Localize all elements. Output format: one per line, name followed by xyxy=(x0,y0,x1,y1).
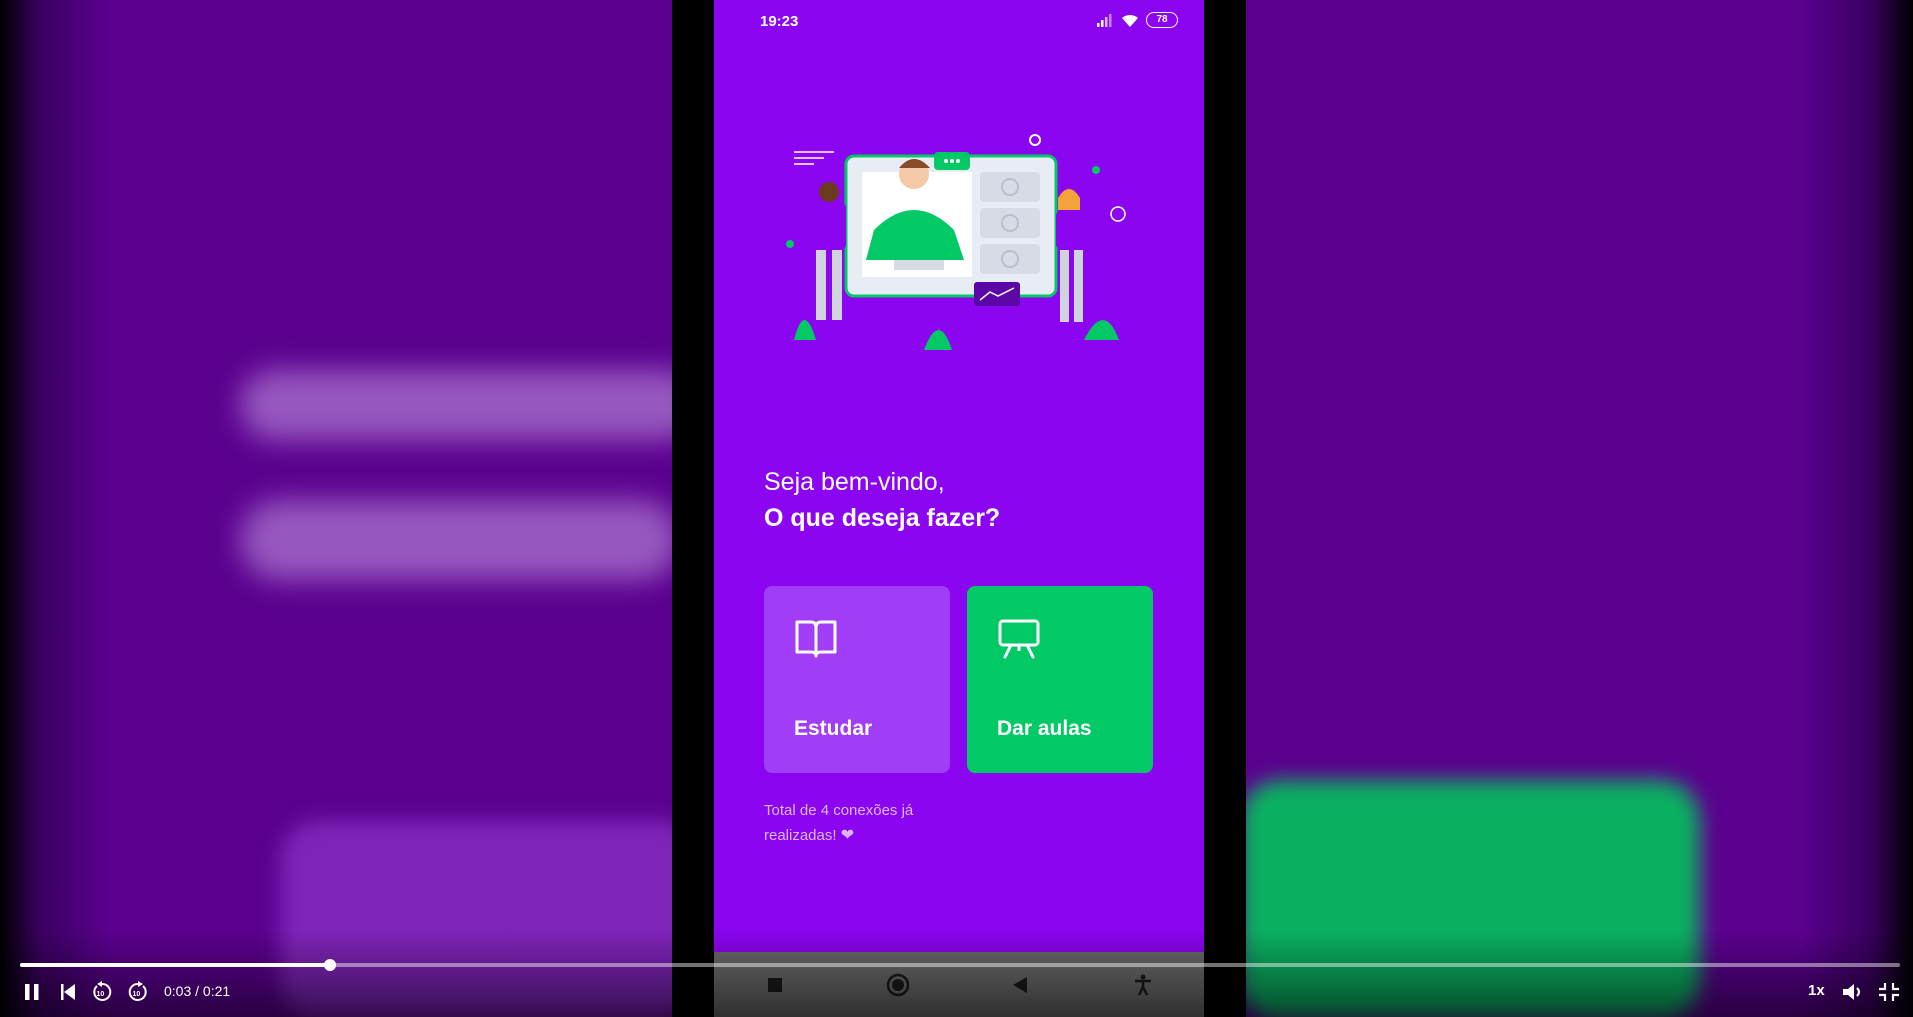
letterbox-right xyxy=(1204,0,1246,1017)
svg-text:10: 10 xyxy=(133,991,141,998)
rewind-10-icon[interactable]: 10 xyxy=(90,980,114,1004)
exit-fullscreen-icon[interactable] xyxy=(1876,980,1902,1004)
welcome-heading: Seja bem-vindo, O que deseja fazer? xyxy=(764,464,1000,536)
svg-text:10: 10 xyxy=(97,991,105,998)
wifi-icon xyxy=(1122,14,1138,27)
volume-icon[interactable] xyxy=(1840,980,1866,1004)
playback-rate-button[interactable]: 1x xyxy=(1808,982,1825,999)
connections-info: Total de 4 conexões já realizadas! ❤ xyxy=(764,798,964,848)
study-label: Estudar xyxy=(794,717,873,740)
welcome-line: Seja bem-vindo, xyxy=(764,468,945,496)
book-icon xyxy=(795,620,837,658)
phone-screen: 19:23 78 Seja bem-vindo, O que deseja fa… xyxy=(714,0,1204,1017)
previous-icon[interactable] xyxy=(56,980,80,1004)
progress-bar[interactable] xyxy=(20,959,1900,971)
status-time: 19:23 xyxy=(760,13,799,30)
pause-icon[interactable] xyxy=(20,980,44,1004)
heart-icon: ❤ xyxy=(840,827,855,844)
teach-label: Dar aulas xyxy=(997,717,1092,740)
presentation-icon xyxy=(998,619,1040,659)
study-button[interactable]: Estudar xyxy=(764,586,950,773)
welcome-question: O que deseja fazer? xyxy=(764,504,1001,532)
status-bar: 19:23 78 xyxy=(714,0,1204,44)
connections-text: Total de 4 conexões já realizadas! xyxy=(764,802,914,844)
battery-icon: 78 xyxy=(1146,12,1178,28)
forward-10-icon[interactable]: 10 xyxy=(126,980,150,1004)
controls-gradient xyxy=(0,930,1913,1017)
teach-button[interactable]: Dar aulas xyxy=(967,586,1153,773)
time-display: 0:03 / 0:21 xyxy=(164,983,231,999)
signal-icon xyxy=(1097,14,1112,27)
hero-illustration xyxy=(786,134,1126,350)
progress-fill xyxy=(20,963,331,967)
letterbox-left xyxy=(672,0,714,1017)
